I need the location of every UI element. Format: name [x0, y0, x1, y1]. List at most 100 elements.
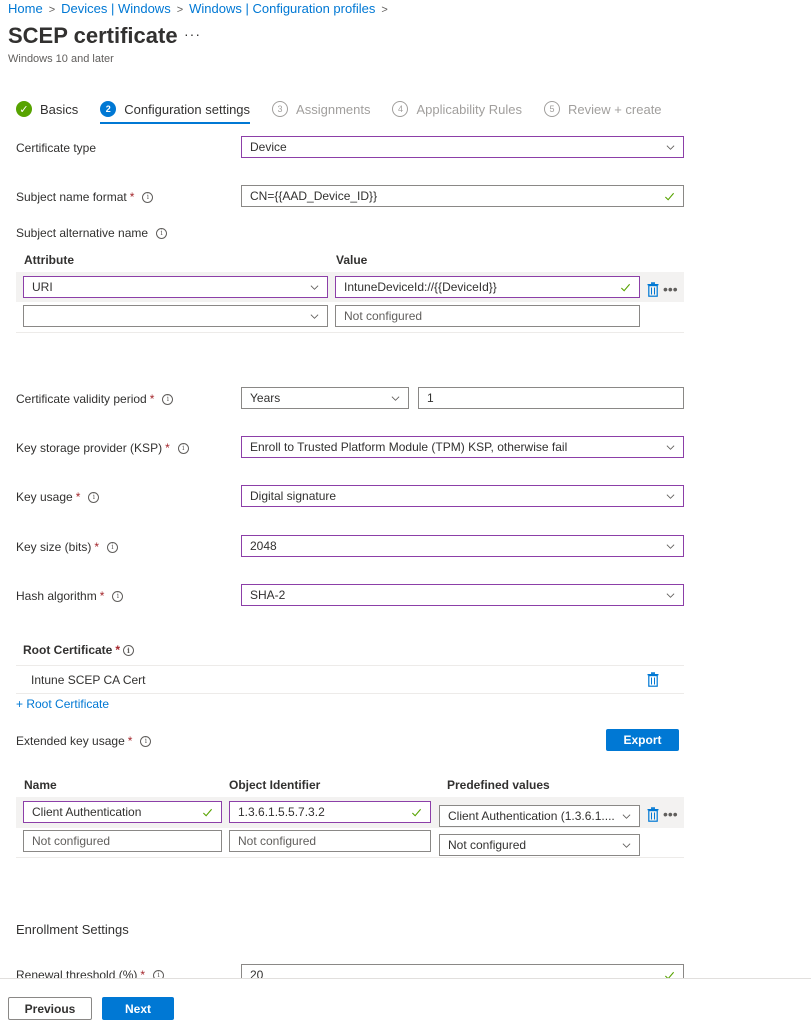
- info-icon[interactable]: i: [112, 590, 124, 602]
- input-value: IntuneDeviceId://{{DeviceId}}: [344, 280, 497, 294]
- eku-oid-input-empty[interactable]: Not configured: [229, 830, 431, 852]
- info-icon[interactable]: i: [140, 735, 152, 747]
- column-header-attribute: Attribute: [24, 253, 74, 267]
- more-options-icon[interactable]: ···: [184, 26, 201, 42]
- label-text: Certificate validity period: [16, 392, 147, 406]
- column-header-object-identifier: Object Identifier: [229, 778, 321, 792]
- label-text: Extended key usage: [16, 734, 125, 748]
- extended-key-usage-label: Extended key usage * i: [16, 734, 152, 748]
- required-asterisk: *: [129, 190, 135, 204]
- input-value: CN={{AAD_Device_ID}}: [250, 189, 378, 203]
- checkmark-icon: [664, 192, 675, 201]
- validity-value-input[interactable]: 1: [418, 387, 684, 409]
- key-usage-dropdown[interactable]: Digital signature: [241, 485, 684, 507]
- info-icon[interactable]: i: [162, 393, 174, 405]
- validity-unit-dropdown[interactable]: Years: [241, 387, 409, 409]
- more-options-icon[interactable]: •••: [663, 282, 678, 296]
- checkmark-icon: [411, 808, 422, 817]
- enrollment-settings-title: Enrollment Settings: [16, 922, 129, 937]
- step-label: Basics: [40, 101, 79, 117]
- step-basics[interactable]: ✓ Basics: [16, 101, 78, 117]
- dropdown-value: Client Authentication (1.3.6.1....: [448, 809, 615, 823]
- certificate-type-dropdown[interactable]: Device: [241, 136, 684, 158]
- subject-name-format-label: Subject name format * i: [16, 190, 154, 204]
- required-asterisk: *: [149, 392, 155, 406]
- input-placeholder: Not configured: [238, 834, 317, 848]
- step-configuration-settings[interactable]: 2 Configuration settings: [100, 101, 251, 124]
- eku-oid-input[interactable]: 1.3.6.1.5.5.7.3.2: [229, 801, 431, 823]
- add-root-certificate-link[interactable]: + Root Certificate: [16, 697, 109, 711]
- san-value-input-empty[interactable]: Not configured: [335, 305, 640, 327]
- dropdown-value: Not configured: [448, 838, 527, 852]
- divider: [16, 332, 684, 333]
- chevron-down-icon: [666, 543, 675, 549]
- checkmark-icon: [202, 808, 213, 817]
- footer-bar: Previous Next: [0, 978, 811, 1025]
- info-icon[interactable]: i: [123, 644, 135, 656]
- dropdown-value: Years: [250, 391, 281, 405]
- info-icon[interactable]: i: [156, 227, 168, 239]
- checkmark-icon: ✓: [16, 101, 32, 117]
- info-icon[interactable]: i: [142, 191, 154, 203]
- required-asterisk: *: [165, 441, 170, 455]
- chevron-down-icon: [310, 313, 319, 319]
- validity-period-label: Certificate validity period * i: [16, 392, 174, 406]
- chevron-down-icon: [666, 493, 675, 499]
- chevron-down-icon: [310, 284, 319, 290]
- step-label: Applicability Rules: [416, 101, 522, 117]
- eku-predefined-dropdown[interactable]: Client Authentication (1.3.6.1....: [439, 805, 640, 827]
- label-text: Key usage: [16, 490, 73, 504]
- export-button[interactable]: Export: [606, 729, 679, 751]
- certificate-type-label: Certificate type: [16, 141, 96, 155]
- label-text: Subject name format: [16, 190, 127, 204]
- input-placeholder: Not configured: [32, 834, 111, 848]
- hash-algorithm-label: Hash algorithm * i: [16, 589, 124, 603]
- dropdown-value: Device: [250, 140, 287, 154]
- ksp-dropdown[interactable]: Enroll to Trusted Platform Module (TPM) …: [241, 436, 684, 458]
- chevron-down-icon: [622, 842, 631, 848]
- eku-predefined-dropdown-empty[interactable]: Not configured: [439, 834, 640, 856]
- subject-alt-name-label: Subject alternative name i: [16, 226, 168, 240]
- eku-name-input-empty[interactable]: Not configured: [23, 830, 222, 852]
- label-text: Key storage provider (KSP): [16, 441, 163, 455]
- delete-icon[interactable]: [647, 282, 659, 297]
- key-size-dropdown[interactable]: 2048: [241, 535, 684, 557]
- dropdown-value: URI: [32, 280, 53, 294]
- info-icon[interactable]: i: [177, 442, 189, 454]
- more-options-icon[interactable]: •••: [663, 807, 678, 821]
- subject-name-format-input[interactable]: CN={{AAD_Device_ID}}: [241, 185, 684, 207]
- chevron-down-icon: [666, 144, 675, 150]
- chevron-right-icon: >: [48, 4, 56, 16]
- info-icon[interactable]: i: [88, 491, 100, 503]
- chevron-down-icon: [622, 813, 631, 819]
- column-header-predefined-values: Predefined values: [447, 778, 550, 792]
- label-text: Key size (bits): [16, 540, 92, 554]
- breadcrumb-home[interactable]: Home: [8, 1, 43, 16]
- step-applicability-rules[interactable]: 4 Applicability Rules: [392, 101, 522, 117]
- divider: [16, 665, 684, 666]
- breadcrumb-configuration-profiles[interactable]: Windows | Configuration profiles: [189, 1, 375, 16]
- step-number: 4: [392, 101, 409, 117]
- input-placeholder: Not configured: [344, 309, 423, 323]
- san-attribute-dropdown-empty[interactable]: [23, 305, 328, 327]
- chevron-right-icon: >: [176, 4, 184, 16]
- previous-button[interactable]: Previous: [8, 997, 92, 1020]
- label-text: Certificate type: [16, 141, 97, 155]
- san-attribute-dropdown[interactable]: URI: [23, 276, 328, 298]
- step-assignments[interactable]: 3 Assignments: [272, 101, 370, 117]
- step-label: Configuration settings: [124, 101, 251, 117]
- delete-icon[interactable]: [647, 807, 659, 822]
- required-asterisk: *: [127, 734, 133, 748]
- breadcrumb-devices-windows[interactable]: Devices | Windows: [61, 1, 171, 16]
- input-value: 1: [427, 391, 434, 405]
- step-review-create[interactable]: 5 Review + create: [543, 101, 662, 117]
- san-value-input[interactable]: IntuneDeviceId://{{DeviceId}}: [335, 276, 640, 298]
- eku-name-input[interactable]: Client Authentication: [23, 801, 222, 823]
- next-button[interactable]: Next: [102, 997, 174, 1020]
- delete-icon[interactable]: [647, 672, 659, 687]
- required-asterisk: *: [99, 589, 105, 603]
- page-subtitle: Windows 10 and later: [8, 53, 114, 65]
- info-icon[interactable]: i: [107, 541, 119, 553]
- required-asterisk: *: [94, 540, 100, 554]
- hash-algorithm-dropdown[interactable]: SHA-2: [241, 584, 684, 606]
